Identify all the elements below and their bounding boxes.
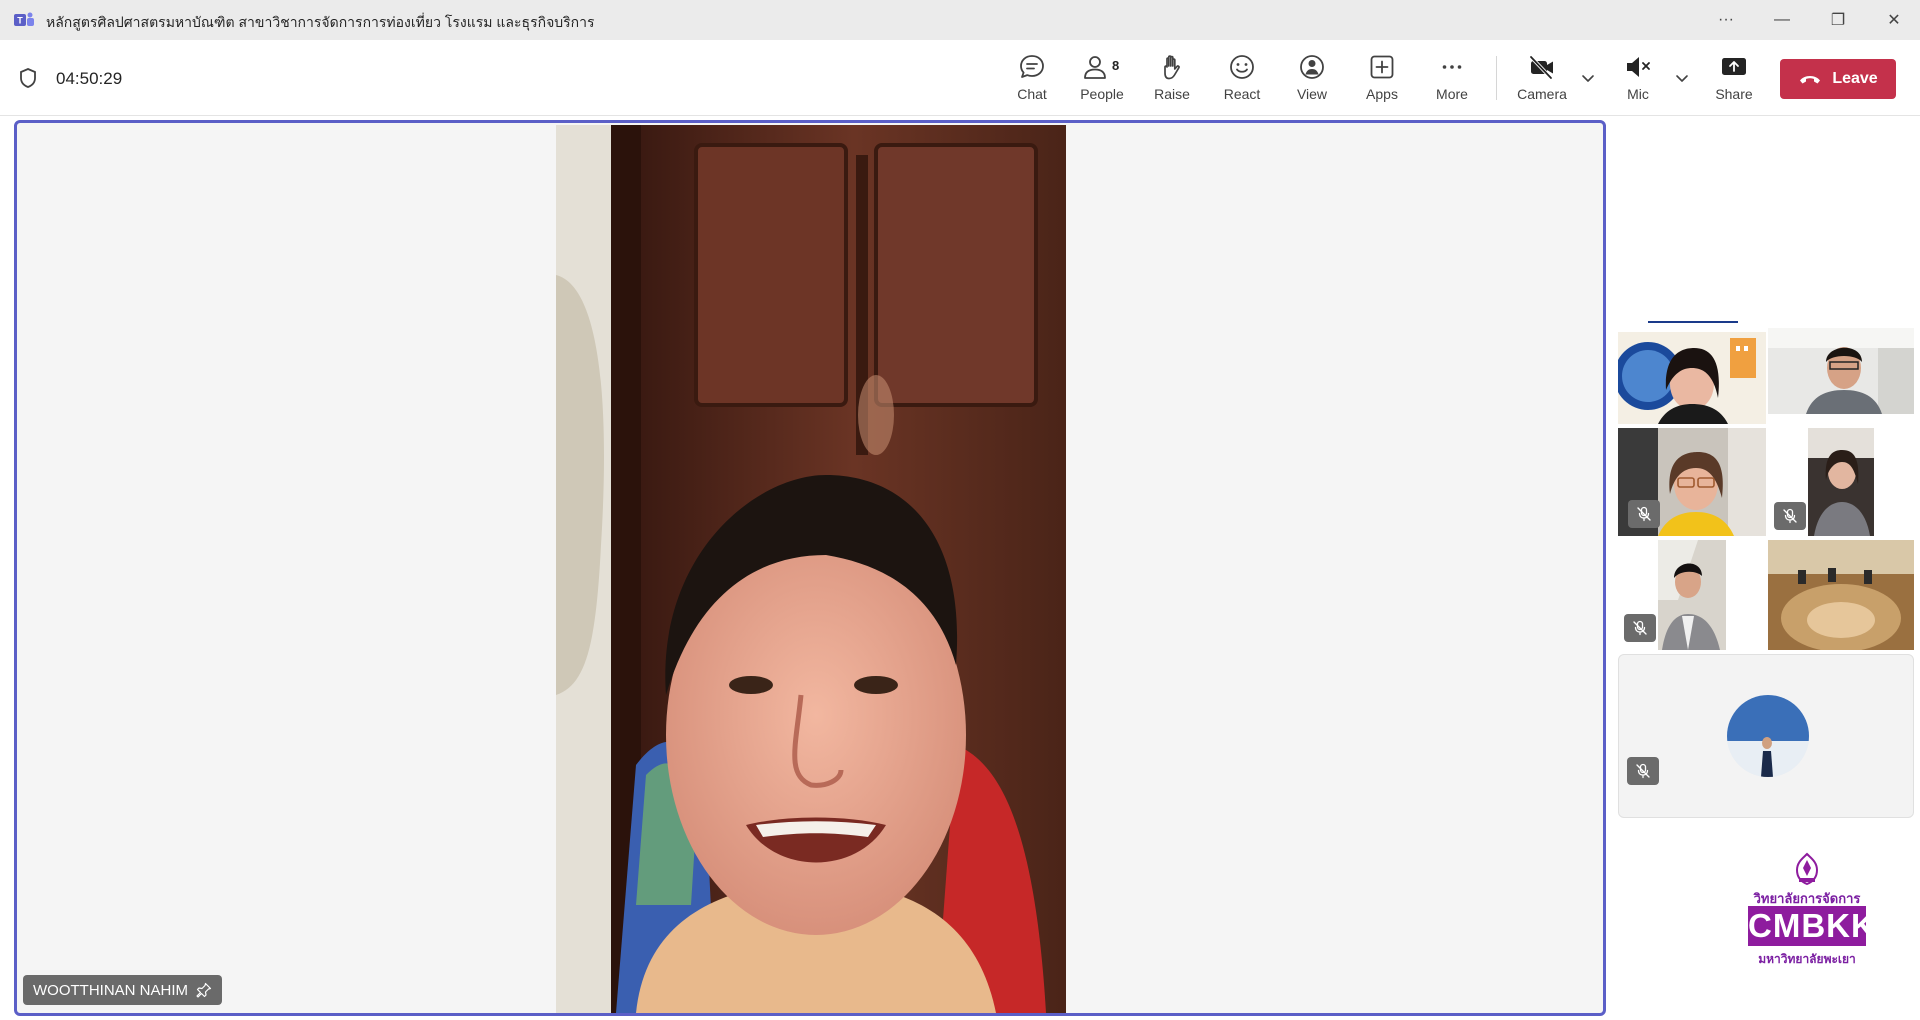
- meeting-toolbar: 04:50:29 Chat 8 People Raise React View …: [0, 40, 1920, 116]
- leave-label: Leave: [1832, 70, 1878, 87]
- people-count: 8: [1112, 58, 1120, 73]
- share-label: Share: [1715, 86, 1753, 102]
- raise-hand-button[interactable]: Raise: [1140, 52, 1204, 108]
- speaker-name: WOOTTHINAN NAHIM: [33, 981, 188, 999]
- mic-off-icon: [1783, 508, 1797, 524]
- view-label: View: [1296, 86, 1328, 102]
- university-emblem-icon: [1795, 852, 1819, 886]
- more-label: More: [1436, 86, 1468, 102]
- participant-tile-3[interactable]: [1618, 428, 1766, 536]
- camera-off-icon: [1529, 55, 1553, 80]
- college-logo: วิทยาลัยการจัดการ CMBKK มหาวิทยาลัยพะเยา: [1746, 850, 1876, 970]
- title-bar: T หลักสูตรศิลปศาสตรมหาบัณฑิต สาขาวิชาการ…: [0, 0, 1920, 40]
- main-stage: WOOTTHINAN NAHIM: [14, 120, 1606, 1016]
- window-title: หลักสูตรศิลปศาสตรมหาบัณฑิต สาขาวิชาการจั…: [46, 14, 595, 30]
- more-dots-icon: [1442, 65, 1462, 69]
- participant-tile-4[interactable]: [1808, 428, 1874, 536]
- participant-3-muted-badge: [1628, 500, 1660, 528]
- camera-label: Camera: [1517, 86, 1567, 102]
- raise-label: Raise: [1154, 86, 1190, 102]
- participant-tile-5[interactable]: [1658, 540, 1726, 650]
- participant-tile-2[interactable]: [1768, 328, 1914, 414]
- apps-button[interactable]: Apps: [1350, 52, 1414, 108]
- chat-button[interactable]: Chat: [1000, 52, 1064, 108]
- participant-video-4: [1808, 428, 1874, 536]
- mic-options-chevron-icon[interactable]: [1674, 70, 1690, 86]
- participant-avatar: [1727, 695, 1809, 777]
- more-button[interactable]: More: [1420, 52, 1484, 108]
- view-button[interactable]: View: [1280, 52, 1344, 108]
- mic-muted-icon: [1627, 57, 1650, 77]
- view-icon: [1300, 55, 1324, 79]
- window-more-button[interactable]: ···: [1698, 0, 1754, 40]
- teams-logo-icon: T: [14, 12, 34, 26]
- close-button[interactable]: ✕: [1866, 0, 1920, 40]
- mic-off-icon: [1636, 763, 1650, 779]
- smiley-icon: [1230, 55, 1254, 79]
- participant-video-1: [1618, 318, 1766, 424]
- chat-label: Chat: [1017, 86, 1047, 102]
- participant-5-muted-badge: [1624, 614, 1656, 642]
- shield-icon: [20, 68, 36, 88]
- mic-off-icon: [1637, 506, 1651, 522]
- share-screen-icon: [1722, 58, 1746, 75]
- add-apps-icon: [1370, 55, 1394, 79]
- participant-tile-6[interactable]: [1768, 540, 1914, 650]
- toolbar-separator: [1496, 56, 1497, 100]
- participant-4-muted-badge: [1774, 502, 1806, 530]
- svg-text:T: T: [17, 16, 23, 26]
- participant-video-6: [1768, 540, 1914, 650]
- leave-button[interactable]: Leave: [1780, 59, 1896, 99]
- participant-video-2: [1768, 328, 1914, 414]
- participant-video-5: [1658, 540, 1726, 650]
- camera-button[interactable]: Camera: [1510, 52, 1574, 108]
- mic-button[interactable]: Mic: [1606, 52, 1670, 108]
- participant-tile-7[interactable]: [1618, 654, 1914, 818]
- people-label: People: [1080, 86, 1124, 102]
- meeting-timer: 04:50:29: [56, 69, 123, 88]
- participant-7-muted-badge: [1627, 757, 1659, 785]
- pin-icon[interactable]: [196, 982, 212, 998]
- hang-up-icon: [1800, 76, 1821, 84]
- apps-label: Apps: [1366, 86, 1398, 102]
- mic-label: Mic: [1627, 86, 1649, 102]
- minimize-button[interactable]: —: [1754, 0, 1810, 40]
- chat-icon: [1020, 55, 1044, 78]
- logo-brand: CMBKK: [1748, 906, 1876, 946]
- camera-options-chevron-icon[interactable]: [1580, 70, 1596, 86]
- mic-off-icon: [1633, 620, 1647, 636]
- people-button[interactable]: 8 People: [1070, 52, 1134, 108]
- people-icon: [1084, 56, 1106, 79]
- logo-line-2: มหาวิทยาลัยพะเยา: [1758, 952, 1856, 966]
- share-button[interactable]: Share: [1702, 52, 1766, 108]
- restore-button[interactable]: ❐: [1810, 0, 1866, 40]
- react-button[interactable]: React: [1210, 52, 1274, 108]
- speaker-video[interactable]: [556, 125, 1066, 1013]
- speaker-name-tag: WOOTTHINAN NAHIM: [23, 975, 222, 1005]
- participant-tile-1[interactable]: [1618, 318, 1766, 424]
- raise-hand-icon: [1164, 55, 1180, 80]
- react-label: React: [1223, 86, 1261, 102]
